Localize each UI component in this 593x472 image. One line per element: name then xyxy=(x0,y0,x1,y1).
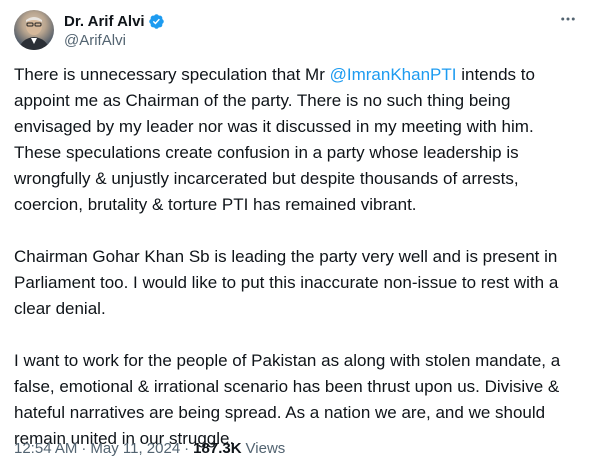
meta-separator-2: · xyxy=(184,440,190,457)
para1-before-mention: There is unnecessary speculation that Mr xyxy=(14,65,330,84)
author-handle[interactable]: @ArifAlvi xyxy=(64,32,165,49)
views-label: Views xyxy=(245,440,286,457)
avatar[interactable] xyxy=(14,10,54,50)
tweet-card: Dr. Arif Alvi @ArifAlvi There is unneces… xyxy=(0,0,593,472)
views-count: 187.3K xyxy=(193,440,242,457)
para1-after-mention: intends to appoint me as Chairman of the… xyxy=(14,65,535,214)
meta-separator: · xyxy=(81,440,87,457)
more-options-button[interactable] xyxy=(557,10,579,32)
tweet-paragraph-2: Chairman Gohar Khan Sb is leading the pa… xyxy=(14,247,559,318)
tweet-text: There is unnecessary speculation that Mr… xyxy=(14,62,580,452)
author-names: Dr. Arif Alvi @ArifAlvi xyxy=(64,11,165,49)
tweet-meta: 12:54 AM · May 11, 2024 · 187.3K Views xyxy=(14,440,285,457)
author-display-name[interactable]: Dr. Arif Alvi xyxy=(64,13,145,30)
more-horizontal-icon xyxy=(559,10,577,33)
mention-link[interactable]: @ImranKhanPTI xyxy=(330,65,457,84)
tweet-paragraph-1: There is unnecessary speculation that Mr… xyxy=(14,62,580,218)
name-row: Dr. Arif Alvi xyxy=(64,11,165,31)
tweet-paragraph-3: I want to work for the people of Pakista… xyxy=(14,351,561,448)
tweet-date[interactable]: May 11, 2024 xyxy=(90,440,180,457)
tweet-time[interactable]: 12:54 AM xyxy=(14,440,77,457)
verified-badge-icon xyxy=(148,13,165,30)
tweet-header: Dr. Arif Alvi @ArifAlvi xyxy=(14,10,165,50)
